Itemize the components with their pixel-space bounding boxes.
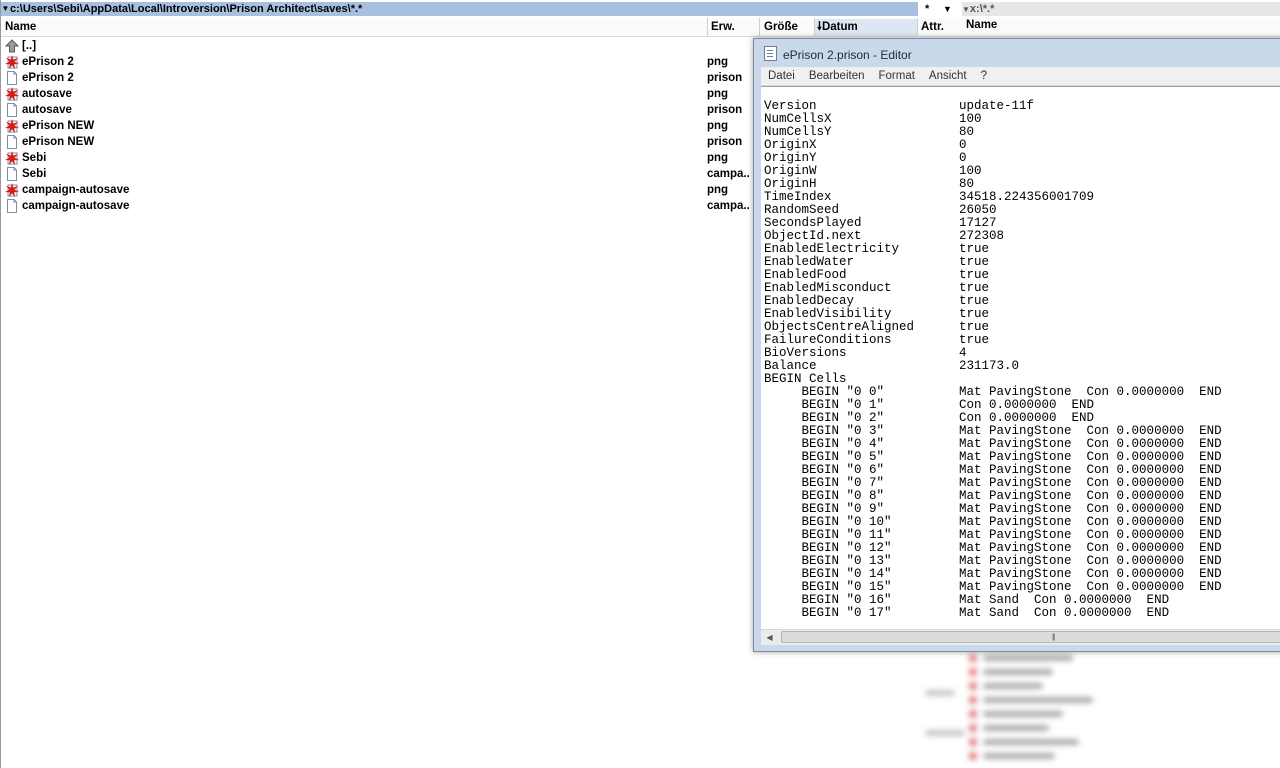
file-extension: campa.. [707, 200, 750, 212]
file-extension: prison [707, 104, 743, 116]
editor-menu-bar: Datei Bearbeiten Format Ansicht? [761, 67, 1280, 85]
file-row[interactable]: campaign-autosave campa.. [5, 198, 765, 214]
right-path-text: x:\*.* [969, 3, 995, 15]
image-icon [5, 183, 19, 197]
file-extension: png [707, 56, 729, 68]
file-row[interactable]: [..] [4, 38, 765, 54]
column-divider[interactable] [814, 18, 815, 36]
text-line: BEGIN "0 17" Mat Sand Con 0.0000000 END [764, 606, 1170, 620]
menu-item[interactable]: Bearbeiten [809, 70, 865, 82]
editor-text-area[interactable]: Version update-11f NumCellsX 100 NumCellsY… [761, 86, 1280, 630]
file-row[interactable]: ePrison 2 png [5, 54, 765, 70]
file-extension: prison [707, 136, 743, 148]
file-name: autosave [22, 88, 72, 100]
column-divider[interactable] [917, 18, 918, 36]
grip-icon: ||| [1052, 634, 1056, 641]
menu-item[interactable]: ? [981, 70, 987, 82]
column-header-name[interactable]: Name [5, 19, 36, 36]
file-icon [5, 71, 19, 85]
image-icon [5, 87, 19, 101]
right-column-header-name[interactable]: Name [966, 19, 997, 31]
file-name: Sebi [22, 168, 47, 180]
file-filter-box[interactable]: * ▼ [919, 2, 961, 16]
file-name: autosave [22, 104, 72, 116]
file-extension: campa.. [707, 168, 750, 180]
file-extension: png [707, 152, 729, 164]
file-row[interactable]: ePrison NEW prison [5, 134, 765, 150]
right-column-header-bar: Name [960, 18, 1280, 37]
image-icon [5, 55, 19, 69]
left-path-text: c:\Users\Sebi\AppData\Local\Introversion… [10, 3, 363, 15]
file-name: ePrison 2 [22, 72, 74, 84]
editor-window[interactable]: ePrison 2.prison - Editor Datei Bearbeite… [753, 38, 1280, 652]
file-row[interactable]: ePrison 2 prison [5, 70, 765, 86]
filter-value: * [925, 3, 930, 15]
filter-dropdown-icon[interactable]: ▼ [943, 2, 952, 16]
path-dropdown-icon[interactable]: ▼ [962, 5, 970, 14]
image-icon [5, 119, 19, 133]
file-row[interactable]: Sebi campa.. [5, 166, 765, 182]
menu-item[interactable]: Ansicht [929, 70, 967, 82]
blurred-content [925, 650, 1185, 768]
column-divider[interactable] [759, 18, 760, 36]
column-header-attributes[interactable]: Attr. [921, 19, 944, 36]
column-header-date[interactable]: 🠗Datum [817, 19, 858, 36]
file-extension: prison [707, 72, 743, 84]
path-dropdown-icon[interactable]: ▼ [1, 2, 10, 16]
notepad-icon [764, 46, 777, 61]
file-extension: png [707, 88, 729, 100]
file-icon [5, 199, 19, 213]
file-row[interactable]: Sebi png [5, 150, 765, 166]
left-path-bar[interactable]: ▼c:\Users\Sebi\AppData\Local\Introversio… [1, 2, 918, 16]
editor-title: ePrison 2.prison - Editor [783, 48, 912, 62]
image-icon [5, 151, 19, 165]
file-icon [5, 135, 19, 149]
scrollbar-thumb[interactable]: ||| [781, 631, 1280, 643]
column-header-size[interactable]: Größe [764, 19, 798, 36]
file-extension: png [707, 184, 729, 196]
file-extension: png [707, 120, 729, 132]
menu-item[interactable]: Datei [768, 70, 795, 82]
file-name: campaign-autosave [22, 200, 130, 212]
file-row[interactable]: autosave prison [5, 102, 765, 118]
file-name: ePrison NEW [22, 120, 95, 132]
horizontal-scrollbar[interactable]: ◀ ||| [761, 629, 1280, 645]
right-path-bar[interactable]: ▼x:\*.* [962, 2, 1280, 16]
file-list: [..] ePrison 2 png ePrison 2 prison autosave p… [4, 38, 765, 214]
column-divider[interactable] [707, 18, 708, 36]
file-name: ePrison 2 [22, 56, 74, 68]
menu-item[interactable]: Format [878, 70, 914, 82]
editor-titlebar[interactable]: ePrison 2.prison - Editor [764, 46, 912, 64]
editor-text-content[interactable]: Version update-11f NumCellsX 100 NumCellsY… [764, 100, 1222, 620]
file-name: Sebi [22, 152, 47, 164]
up-icon [4, 39, 20, 53]
file-icon [5, 103, 19, 117]
file-name: campaign-autosave [22, 184, 130, 196]
column-header-extension[interactable]: Erw. [711, 19, 735, 36]
file-row[interactable]: campaign-autosave png [5, 182, 765, 198]
file-row[interactable]: autosave png [5, 86, 765, 102]
file-icon [5, 167, 19, 181]
file-row[interactable]: ePrison NEW png [5, 118, 765, 134]
file-name: [..] [22, 40, 37, 52]
file-name: ePrison NEW [22, 136, 95, 148]
scroll-left-icon[interactable]: ◀ [761, 630, 778, 645]
